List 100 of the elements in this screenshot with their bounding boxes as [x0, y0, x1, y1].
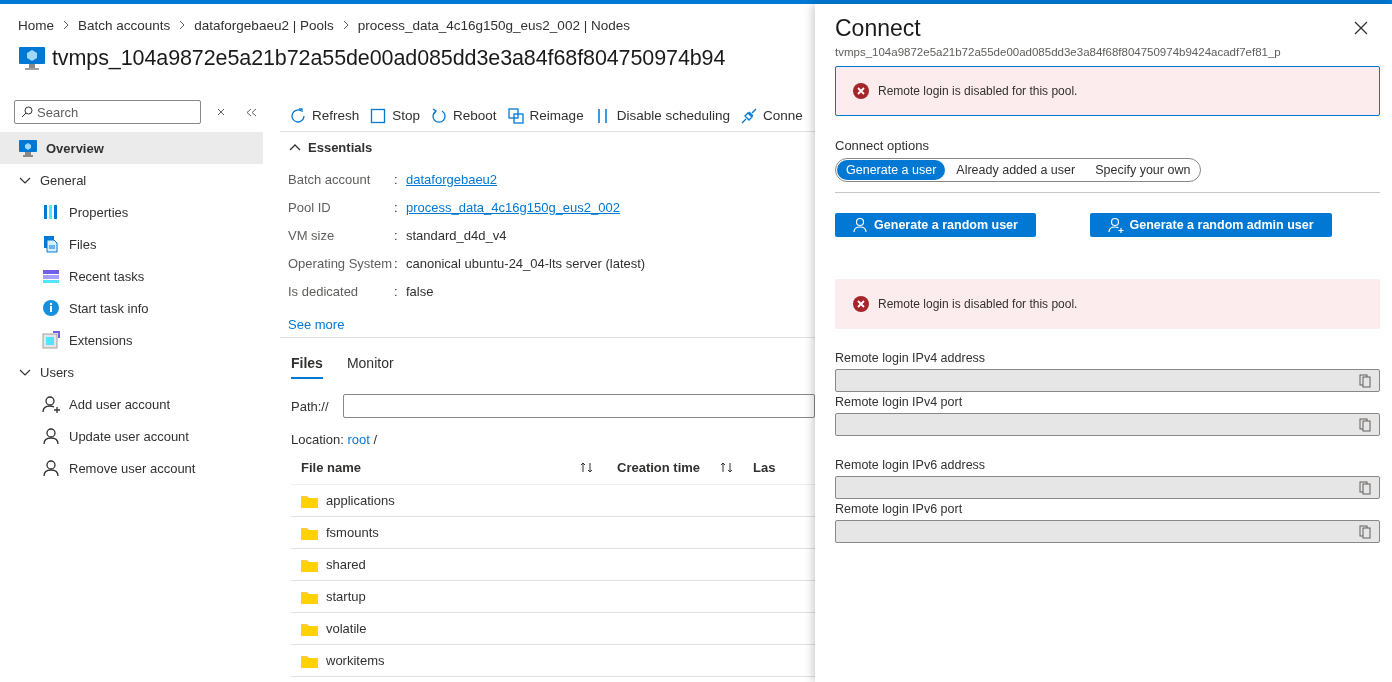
field-value: standard_d4d_v4 [406, 227, 507, 243]
nav-item[interactable]: Update user account [0, 420, 263, 452]
double-chevron-left-icon [245, 107, 257, 117]
field-value: false [406, 283, 434, 299]
breadcrumb-link[interactable]: process_data_4c16g150g_eus2_002 | Nodes [357, 17, 630, 33]
colon-separator: : [394, 227, 399, 243]
square-icon [370, 107, 387, 124]
options-label: Connect options [835, 138, 930, 153]
nav-group[interactable]: General [0, 164, 263, 196]
file-name[interactable]: fsmounts [326, 525, 379, 540]
colon-separator: : [394, 171, 399, 187]
chevron-right-icon [178, 21, 187, 29]
field-label: Batch account [288, 171, 372, 187]
value-link[interactable]: process_data_4c16g150g_eus2_002 [406, 199, 620, 215]
essentials-toggle[interactable]: Essentials [280, 133, 815, 161]
monitor-icon [18, 138, 38, 158]
user-icon [853, 217, 870, 233]
nav-item[interactable]: Add user account [0, 388, 263, 420]
nav-item[interactable]: Start task info [0, 292, 263, 324]
add-user-icon [42, 395, 60, 413]
search-icon [21, 106, 33, 118]
nav-item[interactable]: Recent tasks [0, 260, 263, 292]
page-title: tvmps_104a9872e5a21b72a55de00ad085dd3e3a84f68f804750974b94 [52, 45, 726, 71]
field-label: VM size [288, 227, 336, 243]
path-field[interactable] [342, 394, 815, 418]
column-header[interactable]: Creation time [617, 460, 701, 475]
folder-icon [301, 557, 318, 572]
root-link[interactable]: root [347, 432, 370, 447]
toolbar-button[interactable]: Disable scheduling [594, 107, 730, 124]
location-text: Location: root / [290, 432, 378, 447]
panel-title: Connect [835, 14, 921, 42]
field-label: Remote login IPv6 port [835, 502, 964, 516]
user-icon [42, 459, 60, 477]
file-name[interactable]: workitems [326, 653, 385, 668]
folder-icon [301, 621, 318, 636]
error-icon [852, 82, 870, 100]
value-link[interactable]: dataforgebaeu2 [406, 171, 498, 187]
error-message: Remote login is disabled for this pool. [878, 297, 1078, 311]
nav-group-label: General [40, 172, 87, 188]
column-header[interactable]: File name [301, 460, 361, 475]
field-label: Operating System [288, 255, 394, 271]
overlapping-squares-icon [507, 107, 524, 124]
folder-icon [301, 525, 318, 540]
close-icon [217, 108, 225, 116]
file-name[interactable]: applications [326, 493, 395, 508]
nav-group-label: Users [40, 364, 74, 380]
toolbar-button[interactable]: Conne [740, 107, 803, 124]
field-label: Is dedicated [288, 283, 360, 299]
colon-separator: : [394, 283, 399, 299]
colon-separator: : [394, 255, 399, 271]
search-field[interactable]: Search [14, 100, 201, 124]
nav-item[interactable]: Remove user account [0, 452, 263, 484]
nav-item[interactable]: Overview [0, 132, 263, 164]
tab[interactable]: Monitor [346, 355, 394, 379]
toolbar-button[interactable]: Reboot [431, 107, 497, 124]
close-icon [1354, 21, 1368, 35]
chevron-right-icon [62, 21, 70, 29]
nav-group[interactable]: Users [0, 356, 263, 388]
properties-icon [42, 203, 60, 221]
sort-icon[interactable] [580, 462, 593, 473]
field-label: Pool ID [288, 199, 332, 215]
files-icon [42, 235, 60, 253]
option-pill[interactable]: Generate a user [837, 160, 946, 180]
breadcrumb-link[interactable]: Home [18, 17, 54, 33]
nav-item[interactable]: Files [0, 228, 263, 260]
field-label: Remote login IPv6 address [835, 458, 987, 472]
user-icon [42, 427, 60, 445]
add-user-icon [1108, 217, 1125, 233]
close-button[interactable] [1354, 20, 1370, 36]
generate-button[interactable]: Generate a random user [835, 213, 1036, 237]
rotate-icon [431, 107, 448, 124]
option-pill[interactable]: Specify your own [1086, 160, 1200, 180]
sort-icon[interactable] [720, 462, 733, 473]
tasks-icon [42, 267, 60, 285]
nav-item[interactable]: Extensions [0, 324, 263, 356]
file-name[interactable]: volatile [326, 621, 367, 636]
field-value: canonical ubuntu-24_04-lts server (latest) [406, 255, 646, 271]
file-name[interactable]: startup [326, 589, 366, 604]
toolbar-button[interactable]: Reimage [507, 107, 584, 124]
tab[interactable]: Files [291, 355, 323, 379]
colon-separator: : [394, 199, 399, 215]
error-message: Remote login is disabled for this pool. [878, 84, 1078, 98]
folder-icon [301, 653, 318, 668]
toolbar-button[interactable]: Stop [370, 107, 421, 124]
file-name[interactable]: shared [326, 557, 366, 572]
panel-subtitle: tvmps_104a9872e5a21b72a55de00ad085dd3e3a84f68f804750974b9424acadf7ef81_p [835, 46, 1282, 58]
see-more-link[interactable]: See more [280, 317, 345, 332]
monitor-icon [18, 44, 46, 72]
info-icon [42, 299, 60, 317]
error-icon [852, 295, 870, 313]
field-label: Remote login IPv4 port [835, 395, 964, 409]
folder-icon [301, 493, 318, 508]
extensions-icon [42, 331, 60, 349]
column-header[interactable]: Las [753, 460, 776, 475]
option-pill[interactable]: Already added a user [947, 160, 1085, 180]
breadcrumb-link[interactable]: dataforgebaeu2 | Pools [194, 17, 334, 33]
generate-button[interactable]: Generate a random admin user [1090, 213, 1332, 237]
toolbar-button[interactable]: Refresh [290, 107, 360, 124]
nav-item[interactable]: Properties [0, 196, 263, 228]
breadcrumb-link[interactable]: Batch accounts [78, 17, 171, 33]
